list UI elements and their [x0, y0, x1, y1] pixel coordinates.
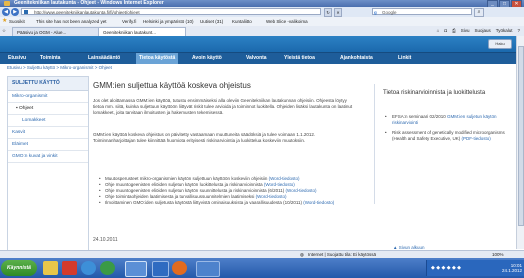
site-favicon-icon: [24, 10, 28, 14]
word-file-link[interactable]: (Word-tiedosto): [286, 188, 317, 193]
forward-icon[interactable]: ▶: [11, 8, 19, 16]
back-icon[interactable]: ◀: [2, 8, 10, 16]
site-header: Haku: [0, 36, 524, 52]
sidebar-header: SULJETTU KÄYTTÖ: [8, 77, 88, 91]
window-title: Geenitekniikan lautakunta - Ohjeet - Win…: [14, 0, 164, 6]
address-buttons: ↻ ✕: [324, 8, 342, 17]
favorites-center-icon[interactable]: ☆: [2, 26, 6, 36]
help-menu[interactable]: ?: [517, 26, 520, 36]
safety-menu[interactable]: Suojaus: [474, 26, 490, 36]
favorite-link[interactable]: Web Slice -valikoima: [266, 17, 308, 26]
right-box-title: Tietoa riskinarvioinnista ja luokittelus…: [383, 90, 486, 96]
main-nav: Etusivu Toiminta Lainsäädäntö Tietoa käy…: [0, 52, 524, 64]
sidebar-item-plants[interactable]: Kasvit: [8, 127, 88, 139]
search-icon[interactable]: ⌕: [474, 8, 484, 17]
nav-item[interactable]: Yleistä tietoa: [284, 53, 315, 64]
sidebar-item-microorganisms[interactable]: Mikro-organismit: [8, 91, 88, 103]
search-engine-label: Google: [382, 10, 397, 15]
page-scrollbar[interactable]: [516, 36, 524, 249]
start-button[interactable]: Käynnistä: [1, 260, 37, 276]
list-item: EFSA:n seminaari 02/2010 GMM:ien suljetu…: [385, 114, 510, 126]
right-box-list: EFSA:n seminaari 02/2010 GMM:ien suljetu…: [385, 114, 510, 146]
favorite-link[interactable]: Kuntaliitto: [232, 17, 252, 26]
sidebar-item-animals[interactable]: Eläimet: [8, 139, 88, 151]
window-title-bar: Geenitekniikan lautakunta - Ohjeet - Win…: [0, 0, 524, 8]
list-item: Risk assessment of genetically modified …: [385, 130, 510, 142]
app-window-icon[interactable]: [196, 261, 220, 277]
list-item: Ilmoittaminen GMO:iden suljetusta käytös…: [99, 200, 361, 206]
clock-date: 24.1.2012: [501, 268, 522, 273]
left-sidebar: SULJETTU KÄYTTÖ Mikro-organismit ▪ Ohjee…: [7, 76, 89, 252]
active-browser-icon[interactable]: [125, 261, 147, 277]
search-field[interactable]: g Google: [372, 8, 472, 15]
clock[interactable]: 10:01 24.1.2012: [502, 263, 522, 273]
media-player-icon[interactable]: [100, 261, 115, 275]
tools-menu[interactable]: Työkalut: [496, 26, 513, 36]
favorites-button[interactable]: Suosikit: [9, 17, 25, 26]
sidebar-item-forms[interactable]: Lomakkeet: [8, 115, 88, 127]
url-text: http://www.geenitekniikanlautakunta.fi/f…: [34, 10, 140, 15]
windows-taskbar: Käynnistä ◆ ◆ ◆ ◆ ◆ ◆ 10:01 24.1.2012: [0, 258, 524, 278]
breadcrumb[interactable]: Etusivu > Suljettu käyttö > Mikro-organi…: [7, 65, 112, 70]
tray-icons[interactable]: ◆ ◆ ◆ ◆ ◆ ◆: [431, 265, 461, 271]
ie-icon: [4, 1, 10, 6]
google-icon: g: [374, 10, 377, 15]
page-menu[interactable]: Sivu: [461, 26, 470, 36]
nav-item[interactable]: Lainsäädäntö: [88, 53, 120, 64]
ie-taskbar-icon[interactable]: [81, 261, 96, 275]
file-manager-icon[interactable]: [43, 261, 58, 275]
nav-item[interactable]: Avoin käyttö: [192, 53, 222, 64]
favorite-link[interactable]: This site has not been analyzed yet: [36, 17, 107, 26]
nav-item[interactable]: Toiminta: [40, 53, 60, 64]
firefox-icon[interactable]: [172, 261, 187, 275]
nav-item-active[interactable]: Tietoa käytöstä: [136, 53, 179, 64]
word-icon[interactable]: [152, 261, 169, 277]
feeds-icon[interactable]: ◘: [444, 26, 447, 36]
scrollbar-thumb[interactable]: [518, 46, 524, 226]
sidebar-item-gmo-images[interactable]: GMO:n kuvat ja vinkit: [8, 151, 88, 163]
tab-label: Pääsivu ja OGM - Alue...: [17, 30, 67, 35]
word-file-link[interactable]: (Word-tiedosto): [264, 182, 295, 187]
refresh-icon[interactable]: ↻: [324, 8, 332, 17]
page-title: GMM:ien suljettua käyttöä koskeva ohjeis…: [93, 81, 251, 90]
favorite-link[interactable]: Uutiset (31): [200, 17, 223, 26]
word-file-link[interactable]: (Word-tiedosto): [269, 176, 300, 181]
nav-item[interactable]: Etusivu: [8, 53, 26, 64]
right-info-box: Tietoa riskinarvioinnista ja luokittelus…: [374, 84, 515, 204]
pdf-link[interactable]: (PDF-tiedosto): [462, 136, 491, 141]
stop-icon[interactable]: ✕: [334, 8, 342, 17]
nav-item[interactable]: Ajankohtaista: [340, 53, 373, 64]
address-field[interactable]: http://www.geenitekniikanlautakunta.fi/f…: [21, 8, 321, 15]
sidebar-item-guidelines[interactable]: ▪ Ohjeet: [8, 103, 88, 115]
word-file-link[interactable]: (Word-tiedosto): [256, 194, 287, 199]
word-file-link[interactable]: (Word-tiedosto): [303, 200, 334, 205]
nav-item[interactable]: Linkit: [398, 53, 411, 64]
document-list: Muutosperusteet mikro-organismien käytön…: [99, 176, 361, 206]
system-tray: ◆ ◆ ◆ ◆ ◆ ◆ 10:01 24.1.2012: [426, 260, 524, 276]
tab-label: Geenitekniikan lautakunt...: [103, 30, 157, 35]
favorite-link[interactable]: Verify.fi: [122, 17, 136, 26]
pdf-reader-icon[interactable]: [62, 261, 77, 275]
sidebar-item-label: Ohjeet: [19, 106, 34, 111]
print-icon[interactable]: ⎙: [452, 26, 456, 36]
favorite-link[interactable]: Helsinki ja ympäristö (10): [143, 17, 194, 26]
favorites-star-icon[interactable]: ★: [2, 17, 7, 26]
update-paragraph: GMM:ien käyttöä koskeva ohjeistus on päi…: [93, 132, 316, 143]
command-bar: ⌂ ◘ ⎙ Sivu Suojaus Työkalut ?: [437, 26, 520, 36]
intro-paragraph: Jos olet aloittamassa GMM:ien käyttöä, t…: [93, 98, 353, 115]
nav-item[interactable]: Valvonta: [246, 53, 267, 64]
main-content: GMM:ien suljettua käyttöä koskeva ohjeis…: [93, 76, 363, 254]
header-search-button[interactable]: Haku: [488, 39, 512, 49]
publish-date: 24.10.2011: [93, 237, 118, 243]
home-icon[interactable]: ⌂: [437, 26, 440, 36]
